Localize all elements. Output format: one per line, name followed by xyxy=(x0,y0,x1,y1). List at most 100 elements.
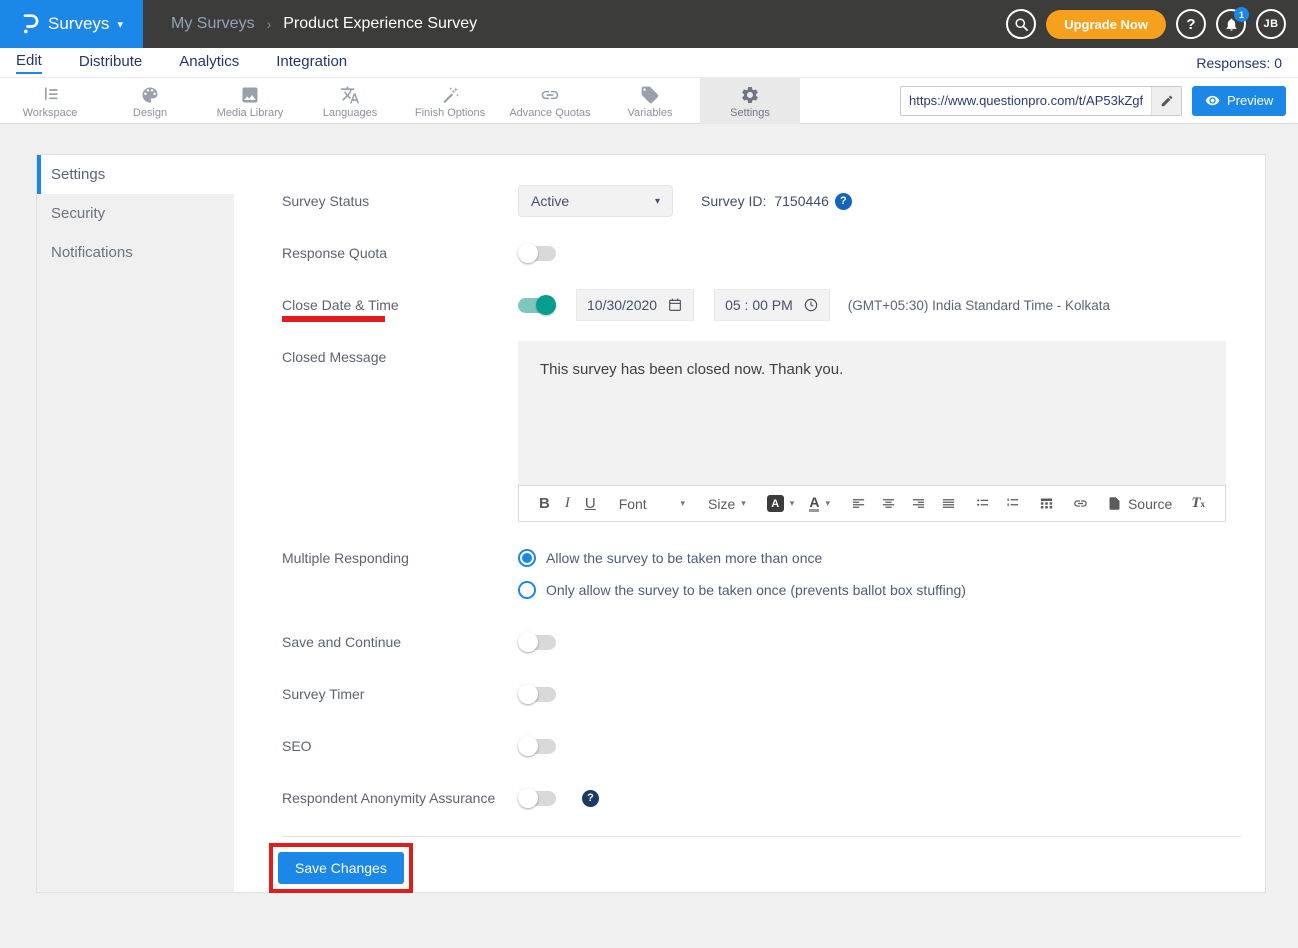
align-left-button[interactable] xyxy=(851,496,866,511)
insert-table-button[interactable] xyxy=(1039,496,1054,511)
align-center-button[interactable] xyxy=(881,496,896,511)
multiple-responding-row: Multiple Responding Allow the survey to … xyxy=(282,542,1265,606)
preview-button[interactable]: Preview xyxy=(1192,86,1286,116)
radio-allow-once[interactable]: Only allow the survey to be taken once (… xyxy=(518,574,966,606)
underline-button[interactable]: U xyxy=(585,495,596,512)
bullet-list-button[interactable] xyxy=(975,496,990,511)
insert-link-button[interactable] xyxy=(1073,496,1088,511)
sidebar-item-notifications[interactable]: Notifications xyxy=(37,233,234,272)
module-nav: Edit Distribute Analytics Integration Re… xyxy=(0,48,1298,78)
survey-id-help-icon[interactable]: ? xyxy=(835,193,852,210)
closed-message-label: Closed Message xyxy=(282,341,518,522)
numbered-list-button[interactable] xyxy=(1005,496,1020,511)
image-icon xyxy=(240,83,260,105)
upgrade-now-button[interactable]: Upgrade Now xyxy=(1046,10,1166,39)
tab-distribute[interactable]: Distribute xyxy=(79,53,142,73)
palette-icon xyxy=(140,83,160,105)
numbered-list-icon xyxy=(1005,496,1020,511)
background-color-button[interactable]: A ▾ xyxy=(767,495,795,512)
product-label: Surveys xyxy=(48,14,109,34)
source-button[interactable]: Source xyxy=(1107,496,1172,512)
remove-format-button[interactable]: Tx xyxy=(1191,495,1205,512)
align-right-button[interactable] xyxy=(911,496,926,511)
save-changes-button[interactable]: Save Changes xyxy=(278,852,404,884)
settings-form: Survey Status Active ▾ Survey ID: 715044… xyxy=(234,155,1265,892)
respondent-anonymity-row: Respondent Anonymity Assurance ? xyxy=(282,782,1265,814)
respondent-anonymity-label: Respondent Anonymity Assurance xyxy=(282,782,518,814)
close-time-field[interactable]: 05 : 00 PM xyxy=(714,289,830,321)
question-mark-icon: ? xyxy=(1186,16,1195,33)
chevron-down-icon: ▾ xyxy=(741,498,746,509)
gear-icon xyxy=(740,83,760,105)
survey-status-dropdown[interactable]: Active ▾ xyxy=(518,185,673,217)
bold-button[interactable]: B xyxy=(539,495,550,512)
edit-url-button[interactable] xyxy=(1151,87,1181,115)
tool-workspace[interactable]: Workspace xyxy=(0,78,100,124)
closed-message-textarea[interactable]: This survey has been closed now. Thank y… xyxy=(518,341,1226,485)
sidebar-item-security[interactable]: Security xyxy=(37,194,234,233)
sidebar-item-settings[interactable]: Settings xyxy=(37,155,234,194)
save-and-continue-toggle[interactable] xyxy=(518,635,556,650)
magic-wand-icon xyxy=(440,83,460,105)
tool-finish-options[interactable]: Finish Options xyxy=(400,78,500,124)
radio-allow-multiple[interactable]: Allow the survey to be taken more than o… xyxy=(518,542,966,574)
text-color-button[interactable]: A ▾ xyxy=(809,495,830,512)
page-title: Product Experience Survey xyxy=(283,15,477,33)
responses-count: Responses: 0 xyxy=(1196,55,1282,71)
respondent-anonymity-help-icon[interactable]: ? xyxy=(582,790,599,807)
tool-media-library[interactable]: Media Library xyxy=(200,78,300,124)
tag-icon xyxy=(640,83,660,105)
link-icon xyxy=(1073,496,1088,511)
chevron-down-icon: ▾ xyxy=(117,18,123,31)
tool-variables[interactable]: Variables xyxy=(600,78,700,124)
seo-toggle[interactable] xyxy=(518,739,556,754)
align-justify-button[interactable] xyxy=(941,496,956,511)
multiple-responding-label: Multiple Responding xyxy=(282,542,518,606)
settings-card: Settings Security Notifications Survey S… xyxy=(36,154,1266,893)
tab-integration[interactable]: Integration xyxy=(276,53,347,73)
survey-status-label: Survey Status xyxy=(282,185,518,217)
notifications-button[interactable]: 1 xyxy=(1216,9,1246,39)
tool-settings[interactable]: Settings xyxy=(700,78,800,124)
chain-links-icon xyxy=(540,83,560,105)
tool-design[interactable]: Design xyxy=(100,78,200,124)
close-date-toggle[interactable] xyxy=(518,298,556,313)
annotation-box: Save Changes xyxy=(269,843,413,893)
response-quota-label: Response Quota xyxy=(282,237,518,269)
product-switcher[interactable]: Surveys ▾ xyxy=(0,0,143,48)
italic-button[interactable]: I xyxy=(565,495,570,512)
font-dropdown[interactable]: Font ▾ xyxy=(619,496,685,512)
survey-url-box xyxy=(900,86,1182,116)
header-actions: Upgrade Now ? 1 JB xyxy=(1006,9,1298,39)
tab-analytics[interactable]: Analytics xyxy=(179,53,239,73)
size-dropdown[interactable]: Size ▾ xyxy=(708,496,746,512)
respondent-anonymity-toggle[interactable] xyxy=(518,791,556,806)
seo-label: SEO xyxy=(282,730,518,762)
notification-badge: 1 xyxy=(1234,7,1249,22)
seo-row: SEO xyxy=(282,730,1265,762)
close-date-field[interactable]: 10/30/2020 xyxy=(576,289,694,321)
save-and-continue-row: Save and Continue xyxy=(282,626,1265,658)
save-area: Save Changes xyxy=(269,843,1265,893)
align-justify-icon xyxy=(941,496,956,511)
avatar[interactable]: JB xyxy=(1256,9,1286,39)
chevron-down-icon: ▾ xyxy=(825,498,830,509)
tool-advance-quotas[interactable]: Advance Quotas xyxy=(500,78,600,124)
survey-timer-toggle[interactable] xyxy=(518,687,556,702)
breadcrumb-parent[interactable]: My Surveys xyxy=(171,15,255,33)
align-left-icon xyxy=(851,496,866,511)
close-date-label: Close Date & Time xyxy=(282,289,518,321)
response-quota-toggle[interactable] xyxy=(518,246,556,261)
chevron-down-icon: ▾ xyxy=(655,196,660,207)
align-center-icon xyxy=(881,496,896,511)
radio-selected-icon xyxy=(518,549,536,567)
tool-languages[interactable]: Languages xyxy=(300,78,400,124)
tab-edit[interactable]: Edit xyxy=(16,52,42,74)
eye-icon xyxy=(1205,93,1220,108)
timezone-note: (GMT+05:30) India Standard Time - Kolkat… xyxy=(848,298,1110,313)
survey-url-input[interactable] xyxy=(901,87,1151,115)
help-button[interactable]: ? xyxy=(1176,9,1206,39)
workspace-icon xyxy=(40,83,60,105)
search-button[interactable] xyxy=(1006,9,1036,39)
survey-status-row: Survey Status Active ▾ Survey ID: 715044… xyxy=(282,185,1265,217)
